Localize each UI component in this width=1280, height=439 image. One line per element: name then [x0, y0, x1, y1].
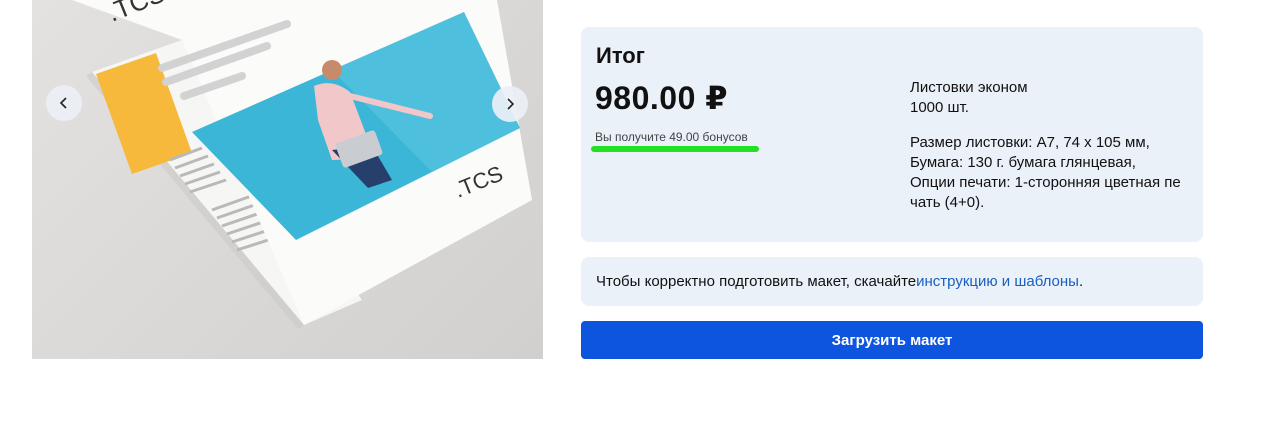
product-image-gallery: .TCS .TCS: [32, 0, 543, 359]
info-text: Чтобы корректно подготовить макет, скача…: [596, 273, 917, 290]
total-price: 980.00 ₽: [595, 80, 729, 116]
bonus-highlight-mark: [591, 146, 759, 152]
product-name: Листовки эконом: [910, 79, 1028, 96]
info-suffix: .: [1078, 273, 1084, 290]
summary-title: Итог: [596, 43, 645, 68]
spec-line: Опции печати: 1-сторонняя цветная пе: [910, 174, 1181, 191]
spec-line: Размер листовки: А7, 74 х 105 мм,: [910, 134, 1150, 151]
chevron-left-icon: [59, 97, 67, 109]
upload-layout-button[interactable]: Загрузить макет: [581, 321, 1203, 359]
chevron-right-icon: [507, 98, 515, 110]
product-image: .TCS .TCS: [72, 0, 532, 329]
templates-link[interactable]: инструкцию и шаблоны: [916, 273, 1079, 290]
product-quantity: 1000 шт.: [910, 99, 969, 116]
product-specs: Размер листовки: А7, 74 х 105 мм, Бумага…: [910, 133, 1190, 213]
order-summary-panel: Итог 980.00 ₽ Вы получите 49.00 бонусов …: [581, 27, 1203, 242]
bonus-note: Вы получите 49.00 бонусов: [595, 130, 748, 144]
spec-line: Бумага: 130 г. бумага глянцевая,: [910, 154, 1136, 171]
page: .TCS .TCS Итог 980.00 ₽ Вы получите 49.0…: [0, 0, 1280, 439]
template-info-box: Чтобы корректно подготовить макет, скача…: [581, 257, 1203, 306]
spec-line: чать (4+0).: [910, 194, 985, 211]
gallery-prev-button[interactable]: [46, 85, 82, 121]
gallery-next-button[interactable]: [492, 86, 528, 122]
